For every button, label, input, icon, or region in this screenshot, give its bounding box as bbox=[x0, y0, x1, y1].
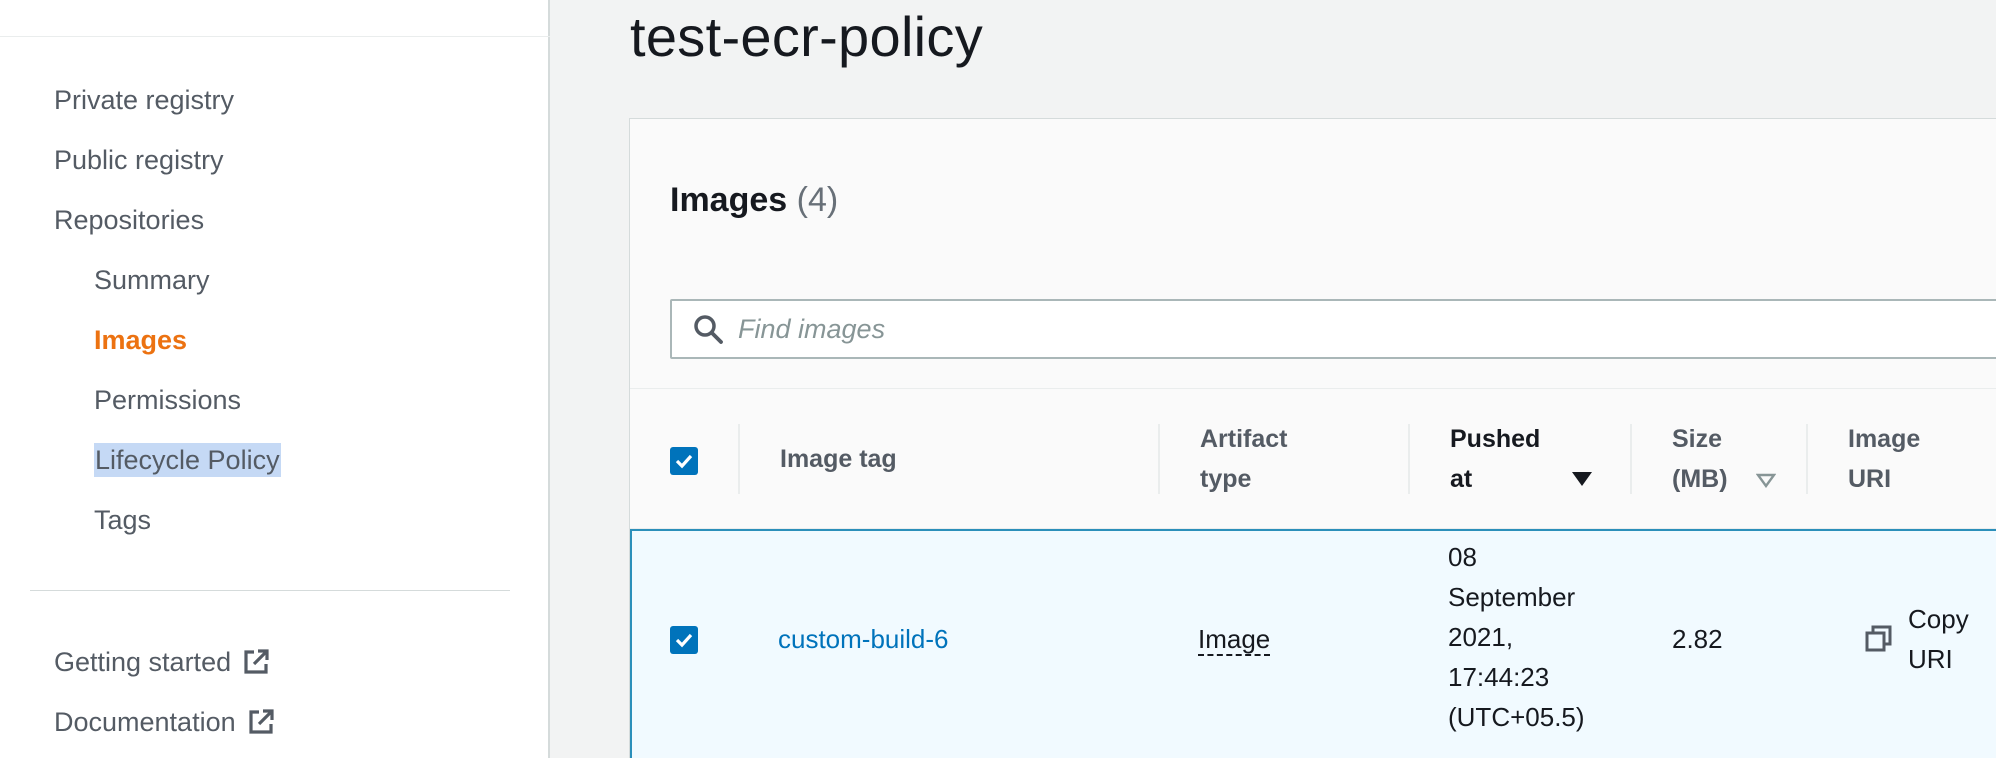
images-title-label: Images bbox=[670, 181, 788, 219]
page-title: test-ecr-policy bbox=[630, 5, 984, 68]
column-header-size[interactable]: Size (MB) bbox=[1672, 419, 1776, 499]
sidebar-divider bbox=[30, 590, 510, 591]
checkmark-icon bbox=[675, 454, 693, 469]
column-header-label: Artifact bbox=[1200, 425, 1288, 453]
getting-started-link[interactable]: Getting started bbox=[54, 645, 271, 679]
images-panel-title: Images (4) bbox=[670, 181, 838, 220]
copy-uri-label: Copy bbox=[1908, 604, 1969, 634]
search-input[interactable] bbox=[738, 313, 1938, 345]
pushed-at-line: (UTC+05.5) bbox=[1448, 702, 1585, 732]
sidebar-top-divider bbox=[0, 36, 550, 37]
copy-icon bbox=[1865, 625, 1892, 652]
pushed-at-line: 08 bbox=[1448, 542, 1477, 572]
image-tag-link[interactable]: custom-build-6 bbox=[778, 619, 949, 659]
sidebar-item-repositories[interactable]: Repositories bbox=[54, 203, 204, 237]
pushed-at-line: 2021, bbox=[1448, 622, 1514, 652]
row-checkbox[interactable] bbox=[670, 626, 698, 654]
pushed-at-value: 08 September 2021, 17:44:23 (UTC+05.5) bbox=[1448, 537, 1585, 737]
image-search-box[interactable] bbox=[670, 299, 1996, 359]
pushed-at-line: 17:44:23 bbox=[1448, 662, 1550, 692]
column-header-image-uri[interactable]: Image URI bbox=[1848, 419, 1920, 499]
sidebar-item-permissions[interactable]: Permissions bbox=[94, 383, 241, 417]
ecr-console: Private registry Public registry Reposit… bbox=[0, 0, 1996, 758]
select-all-checkbox[interactable] bbox=[670, 447, 698, 475]
sidebar-item-tags[interactable]: Tags bbox=[94, 503, 151, 537]
column-header-artifact-type[interactable]: Artifact type bbox=[1200, 419, 1288, 499]
documentation-label: Documentation bbox=[54, 707, 236, 737]
column-header-image-tag[interactable]: Image tag bbox=[780, 439, 897, 479]
images-panel-header: Images (4) bbox=[630, 119, 1996, 389]
column-header-label: Image tag bbox=[780, 445, 897, 473]
sidebar-item-images[interactable]: Images bbox=[94, 323, 187, 357]
column-header-label: at bbox=[1450, 465, 1473, 493]
table-row[interactable]: custom-build-6 Image 08 September 2021, … bbox=[630, 529, 1996, 758]
copy-uri-label: URI bbox=[1908, 644, 1953, 674]
copy-uri-button[interactable]: Copy URI bbox=[1864, 599, 1969, 679]
external-link-icon bbox=[249, 709, 274, 734]
sort-icon bbox=[1756, 473, 1776, 488]
images-count: (4) bbox=[796, 181, 839, 219]
sort-descending-icon bbox=[1572, 472, 1592, 486]
artifact-type-label: Image bbox=[1198, 624, 1271, 656]
column-header-label: URI bbox=[1848, 465, 1892, 493]
sidebar-item-summary[interactable]: Summary bbox=[94, 263, 210, 297]
sidebar-item-lifecycle-policy[interactable]: Lifecycle Policy bbox=[94, 443, 281, 477]
column-header-label: type bbox=[1200, 465, 1252, 493]
sidebar-item-public-registry[interactable]: Public registry bbox=[54, 143, 224, 177]
artifact-type-value[interactable]: Image bbox=[1198, 619, 1271, 659]
column-separator bbox=[1158, 424, 1160, 494]
column-header-label: Image bbox=[1848, 425, 1921, 453]
column-header-label: Size bbox=[1672, 425, 1723, 453]
sidebar-item-private-registry[interactable]: Private registry bbox=[54, 83, 234, 117]
external-link-icon bbox=[244, 649, 269, 674]
search-icon bbox=[694, 315, 723, 344]
sidebar: Private registry Public registry Reposit… bbox=[0, 0, 550, 758]
column-separator bbox=[1408, 424, 1410, 494]
getting-started-label: Getting started bbox=[54, 647, 232, 677]
images-panel: Images (4) Image tag bbox=[629, 118, 1996, 758]
column-separator bbox=[1630, 424, 1632, 494]
checkmark-icon bbox=[675, 633, 693, 648]
column-separator bbox=[738, 424, 740, 494]
pushed-at-line: September bbox=[1448, 582, 1576, 612]
column-separator bbox=[1806, 424, 1808, 494]
documentation-link[interactable]: Documentation bbox=[54, 705, 276, 739]
column-header-label: Pushed bbox=[1450, 425, 1541, 453]
size-value: 2.82 bbox=[1672, 624, 1723, 654]
column-header-pushed-at[interactable]: Pushed at bbox=[1450, 419, 1592, 499]
